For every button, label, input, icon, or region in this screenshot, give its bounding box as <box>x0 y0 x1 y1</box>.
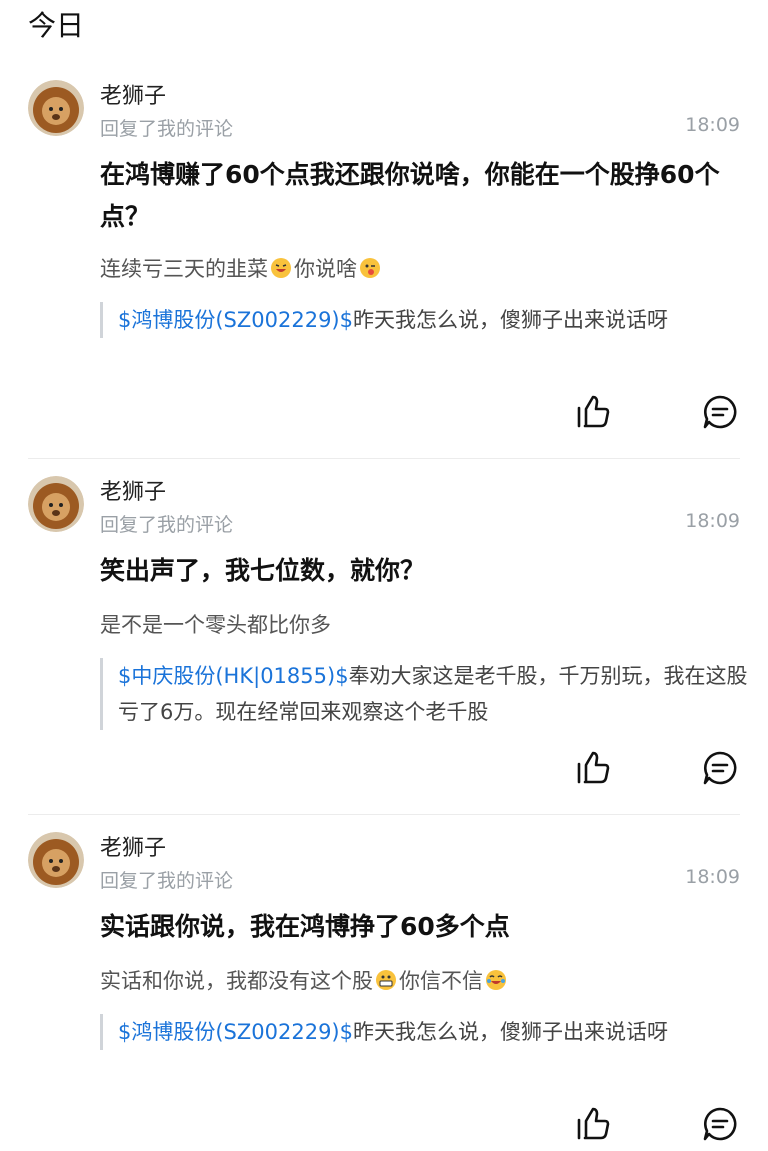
comment-bubble-icon[interactable] <box>700 392 740 432</box>
avatar[interactable] <box>28 476 84 532</box>
my-comment-text: 是不是一个零头都比你多 <box>100 613 331 637</box>
divider <box>28 458 740 459</box>
comment-bubble-icon[interactable] <box>700 1104 740 1144</box>
stock-link[interactable]: $鸿博股份(SZ002229)$ <box>118 1020 353 1044</box>
my-comment: 连续亏三天的韭菜 你说啥 <box>100 254 740 287</box>
reply-text: 在鸿博赚了60个点我还跟你说啥，你能在一个股挣60个点？ <box>100 160 720 231</box>
action-text: 回复了我的评论 <box>100 870 234 892</box>
author-name[interactable]: 老狮子 <box>100 830 166 862</box>
grinning-sweat-emoji-icon <box>270 257 292 287</box>
reply-text: 笑出声了，我七位数，就你？ <box>100 556 426 585</box>
thumbs-up-icon[interactable] <box>573 392 613 432</box>
my-comment-text-2: 你说啥 <box>294 257 357 281</box>
quoted-post[interactable]: $中庆股份(HK|01855)$奉劝大家这是老千股，千万别玩，我在这股亏了6万。… <box>100 658 758 730</box>
reply-text: 实话跟你说，我在鸿博挣了60多个点 <box>100 912 510 941</box>
section-title: 今日 <box>28 9 85 42</box>
comment-bubble-icon[interactable] <box>700 748 740 788</box>
my-comment-text: 实话和你说，我都没有这个股 <box>100 969 373 993</box>
timestamp: 18:09 <box>685 866 740 888</box>
action-text: 回复了我的评论 <box>100 118 234 140</box>
quoted-post[interactable]: $鸿博股份(SZ002229)$昨天我怎么说，傻狮子出来说话呀 <box>100 1014 758 1050</box>
thumbs-up-icon[interactable] <box>573 1104 613 1144</box>
quote-text: 昨天我怎么说，傻狮子出来说话呀 <box>353 1020 668 1044</box>
winking-tongue-emoji-icon <box>359 257 381 287</box>
my-comment-text-2: 你信不信 <box>399 969 483 993</box>
timestamp: 18:09 <box>685 510 740 532</box>
quoted-post[interactable]: $鸿博股份(SZ002229)$昨天我怎么说，傻狮子出来说话呀 <box>100 302 758 338</box>
stock-link[interactable]: $中庆股份(HK|01855)$ <box>118 664 349 688</box>
notification-card-2[interactable]: 老狮子 回复了我的评论 18:09 笑出声了，我七位数，就你？ 是不是一个零头都… <box>0 476 768 814</box>
avatar[interactable] <box>28 80 84 136</box>
crying-laughing-emoji-icon <box>485 969 507 999</box>
timestamp: 18:09 <box>685 114 740 136</box>
thumbs-up-icon[interactable] <box>573 748 613 788</box>
my-comment-text: 连续亏三天的韭菜 <box>100 257 268 281</box>
action-text: 回复了我的评论 <box>100 514 234 536</box>
grimacing-emoji-icon <box>375 969 397 999</box>
author-name[interactable]: 老狮子 <box>100 474 166 506</box>
stock-link[interactable]: $鸿博股份(SZ002229)$ <box>118 308 353 332</box>
notification-card-1[interactable]: 老狮子 回复了我的评论 18:09 在鸿博赚了60个点我还跟你说啥，你能在一个股… <box>0 80 768 458</box>
author-name[interactable]: 老狮子 <box>100 78 166 110</box>
my-comment: 实话和你说，我都没有这个股 你信不信 <box>100 966 740 999</box>
my-comment: 是不是一个零头都比你多 <box>100 610 740 640</box>
quote-text: 昨天我怎么说，傻狮子出来说话呀 <box>353 308 668 332</box>
divider <box>28 814 740 815</box>
avatar[interactable] <box>28 832 84 888</box>
notification-card-3[interactable]: 老狮子 回复了我的评论 18:09 实话跟你说，我在鸿博挣了60多个点 实话和你… <box>0 832 768 1151</box>
